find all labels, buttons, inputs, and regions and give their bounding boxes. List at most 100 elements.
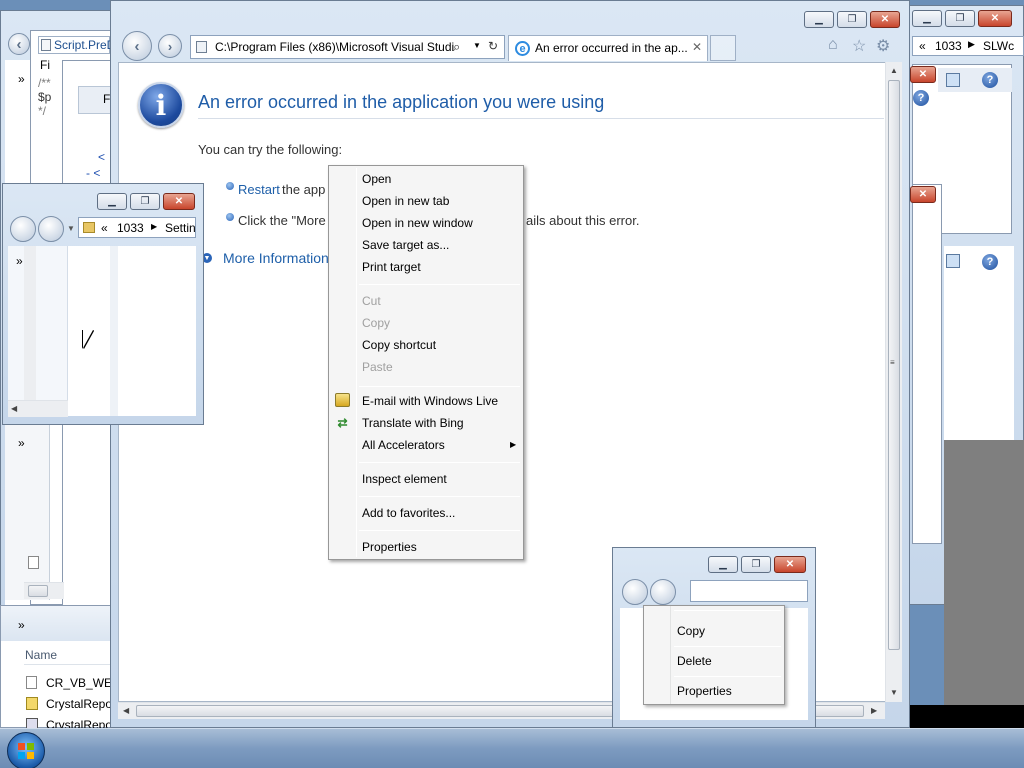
menu-item-inspect-element[interactable]: Inspect element xyxy=(362,472,447,486)
bottom-forward-button[interactable] xyxy=(650,579,676,605)
dropdown-arrow-icon[interactable]: ▼ xyxy=(473,41,481,50)
address-text: C:\Program Files (x86)\Microsoft Visual … xyxy=(215,40,455,54)
error-title: An error occurred in the application you… xyxy=(198,92,605,112)
right-minimize-button[interactable]: ▁ xyxy=(912,10,942,27)
menu-item-all-accelerators[interactable]: All Accelerators xyxy=(362,438,445,452)
ie-close-button[interactable]: ✕ xyxy=(870,11,900,28)
help-icon-3[interactable]: ? xyxy=(982,254,998,270)
menu-item-open[interactable]: Open xyxy=(362,172,391,186)
menu-item-properties[interactable]: Properties xyxy=(362,540,417,554)
back-button[interactable]: ‹ xyxy=(122,31,152,61)
chevron-left-3[interactable]: » xyxy=(18,436,25,450)
minimize-icon: ▁ xyxy=(815,13,823,25)
explorer-breadcrumb-sep: « xyxy=(101,221,108,235)
explorer-breadcrumb-next[interactable]: Settin xyxy=(165,221,196,235)
ie-minimize-button[interactable]: ▁ xyxy=(804,11,834,28)
more-info-link[interactable]: More Information xyxy=(223,250,329,266)
search-icon[interactable]: ⌕ xyxy=(453,39,460,55)
explorer-nav-vscroll[interactable] xyxy=(24,246,36,401)
explorer-chevron[interactable]: » xyxy=(16,254,23,268)
favorites-star-icon[interactable]: ☆ xyxy=(852,36,866,56)
tab-close-icon[interactable]: ✕ xyxy=(692,40,702,54)
menu-item-email-windows-live[interactable]: E-mail with Windows Live xyxy=(362,394,498,408)
right-address-bar[interactable]: « 1033 ▶ SLWc xyxy=(912,36,1024,56)
home-icon[interactable]: ⌂ xyxy=(828,36,838,54)
submenu-arrow-icon: ▶ xyxy=(510,440,517,449)
menu-item-copy-shortcut[interactable]: Copy shortcut xyxy=(362,338,436,352)
back-button-left[interactable]: ‹ xyxy=(8,33,30,55)
right-restore-button[interactable]: ❐ xyxy=(945,10,975,27)
windows-logo-icon xyxy=(18,743,25,750)
right-breadcrumb-folder[interactable]: 1033 xyxy=(935,39,962,53)
forward-button[interactable]: › xyxy=(158,34,182,58)
new-tab-button[interactable] xyxy=(710,35,736,61)
right-breadcrumb-next[interactable]: SLWc xyxy=(983,39,1014,53)
ie-restore-button[interactable]: ❐ xyxy=(837,11,867,28)
file-row-1[interactable]: CR_VB_WEB xyxy=(26,674,120,692)
script-tab-label: Script.PreD xyxy=(54,38,116,52)
bottom-context-menu: Copy Delete Properties xyxy=(643,605,785,705)
bottom-menu-properties[interactable]: Properties xyxy=(677,684,732,698)
help-icon[interactable]: ? xyxy=(982,72,998,88)
tools-gear-icon[interactable]: ⚙ xyxy=(876,36,890,56)
explorer-history-dropdown-icon[interactable]: ▼ xyxy=(67,224,75,233)
explorer-minimize-button[interactable]: ▁ xyxy=(97,193,127,210)
right-window-2-close[interactable]: ✕ xyxy=(910,186,936,203)
scroll-left-icon[interactable]: ◀ xyxy=(123,706,129,715)
explorer-close-button[interactable]: ✕ xyxy=(163,193,195,210)
explorer-address-bar[interactable]: « 1033 ▶ Settin xyxy=(78,217,196,238)
restore-icon: ❐ xyxy=(140,195,150,207)
explorer-forward-button[interactable] xyxy=(38,216,64,242)
minimize-icon: ▁ xyxy=(108,195,116,207)
file-row-2[interactable]: CrystalRepo xyxy=(26,695,112,713)
menu-item-open-new-tab[interactable]: Open in new tab xyxy=(362,194,449,208)
explorer-column-divider xyxy=(110,246,118,416)
left-hscroll[interactable] xyxy=(24,582,64,599)
menu-gutter xyxy=(356,168,357,557)
scroll-left-icon[interactable]: ◀ xyxy=(11,404,17,413)
bottom-close-button[interactable]: ✕ xyxy=(774,556,806,573)
explorer-hscroll[interactable]: ◀ xyxy=(8,400,68,417)
scroll-up-icon[interactable]: ▲ xyxy=(890,66,898,75)
menu-item-translate-bing[interactable]: Translate with Bing xyxy=(362,416,464,430)
chevron-left-2[interactable]: » xyxy=(18,618,25,632)
menu-item-paste[interactable]: Paste xyxy=(362,360,393,374)
menu-item-copy[interactable]: Copy xyxy=(362,316,390,330)
restore-icon: ❐ xyxy=(751,558,761,570)
menu-fi[interactable]: Fi xyxy=(40,58,50,72)
scroll-down-icon[interactable]: ▼ xyxy=(890,688,898,697)
scroll-right-icon[interactable]: ▶ xyxy=(871,706,877,715)
right-window-1-close[interactable]: ✕ xyxy=(910,66,936,83)
left-hscroll-thumb[interactable] xyxy=(28,585,48,597)
restart-link[interactable]: Restart xyxy=(238,182,280,197)
menu-item-save-target[interactable]: Save target as... xyxy=(362,238,449,252)
name-column-header[interactable]: Name xyxy=(24,645,112,665)
menu-item-open-new-window[interactable]: Open in new window xyxy=(362,216,473,230)
file-name-2: CrystalRepo xyxy=(46,697,113,711)
help-icon-2[interactable]: ? xyxy=(913,90,929,106)
right-close-button[interactable]: ✕ xyxy=(978,10,1012,27)
explorer-restore-button[interactable]: ❐ xyxy=(130,193,160,210)
start-button[interactable] xyxy=(7,732,45,768)
bottom-menu-copy[interactable]: Copy xyxy=(677,624,705,638)
menu-item-add-favorites[interactable]: Add to favorites... xyxy=(362,506,455,520)
explorer-back-button[interactable] xyxy=(10,216,36,242)
chevron-left-1[interactable]: » xyxy=(18,72,25,86)
ie-vscroll[interactable]: ▲ ≡ ▼ xyxy=(885,62,902,702)
menu-item-print-target[interactable]: Print target xyxy=(362,260,421,274)
bottom-restore-button[interactable]: ❐ xyxy=(741,556,771,573)
bottom-back-button[interactable] xyxy=(622,579,648,605)
script-tab[interactable]: Script.PreD xyxy=(38,36,115,54)
explorer-breadcrumb-folder[interactable]: 1033 xyxy=(117,221,144,235)
refresh-icon[interactable]: ↻ xyxy=(488,39,498,53)
bottom-menu-delete[interactable]: Delete xyxy=(677,654,712,668)
bottom-address-bar[interactable] xyxy=(690,580,808,602)
crystal-report-icon xyxy=(26,697,38,710)
left-scroll-strip xyxy=(5,420,50,600)
menu-item-cut[interactable]: Cut xyxy=(362,294,381,308)
bottom-minimize-button[interactable]: ▁ xyxy=(708,556,738,573)
address-bar[interactable]: C:\Program Files (x86)\Microsoft Visual … xyxy=(190,35,505,59)
menu-separator xyxy=(359,386,520,387)
bottom-menu-separator xyxy=(674,610,781,611)
active-tab[interactable]: e An error occurred in the ap... ✕ xyxy=(508,35,708,61)
